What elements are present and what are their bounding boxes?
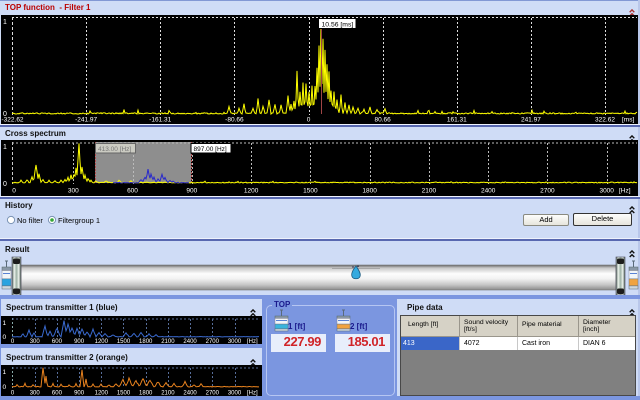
svg-text:2100: 2100 (422, 188, 437, 195)
svg-text:-161.31: -161.31 (149, 117, 171, 124)
svg-text:1: 1 (3, 19, 7, 26)
svg-text:-241.97: -241.97 (75, 117, 97, 124)
svg-text:1: 1 (3, 369, 7, 376)
svg-text:1: 1 (3, 144, 7, 151)
svg-text:0: 0 (12, 188, 16, 195)
svg-text:0: 0 (3, 181, 7, 188)
svg-text:2400: 2400 (481, 188, 496, 195)
svg-text:0: 0 (307, 117, 311, 124)
svg-text:161.31: 161.31 (447, 117, 467, 124)
svg-text:241.97: 241.97 (521, 117, 541, 124)
svg-text:[Hz]: [Hz] (619, 188, 631, 195)
svg-text:1200: 1200 (244, 188, 259, 195)
svg-text:-80.66: -80.66 (225, 117, 244, 124)
svg-text:2700: 2700 (540, 188, 555, 195)
svg-text:300: 300 (68, 188, 79, 195)
svg-text:-322.62: -322.62 (2, 117, 24, 124)
svg-text:322.62: 322.62 (595, 117, 615, 124)
svg-text:3000: 3000 (599, 188, 614, 195)
svg-text:1500: 1500 (303, 188, 318, 195)
svg-text:10.56 [ms]: 10.56 [ms] (322, 22, 354, 29)
svg-text:[ms]: [ms] (622, 117, 634, 124)
svg-text:80.66: 80.66 (374, 117, 391, 124)
svg-text:0: 0 (3, 384, 7, 391)
svg-text:897.00 [Hz]: 897.00 [Hz] (194, 146, 227, 153)
svg-text:0: 0 (3, 334, 7, 341)
svg-text:1: 1 (3, 320, 7, 327)
svg-text:900: 900 (186, 188, 197, 195)
svg-text:600: 600 (127, 188, 138, 195)
svg-text:413.00 [Hz]: 413.00 [Hz] (98, 146, 131, 153)
svg-text:1800: 1800 (362, 188, 377, 195)
